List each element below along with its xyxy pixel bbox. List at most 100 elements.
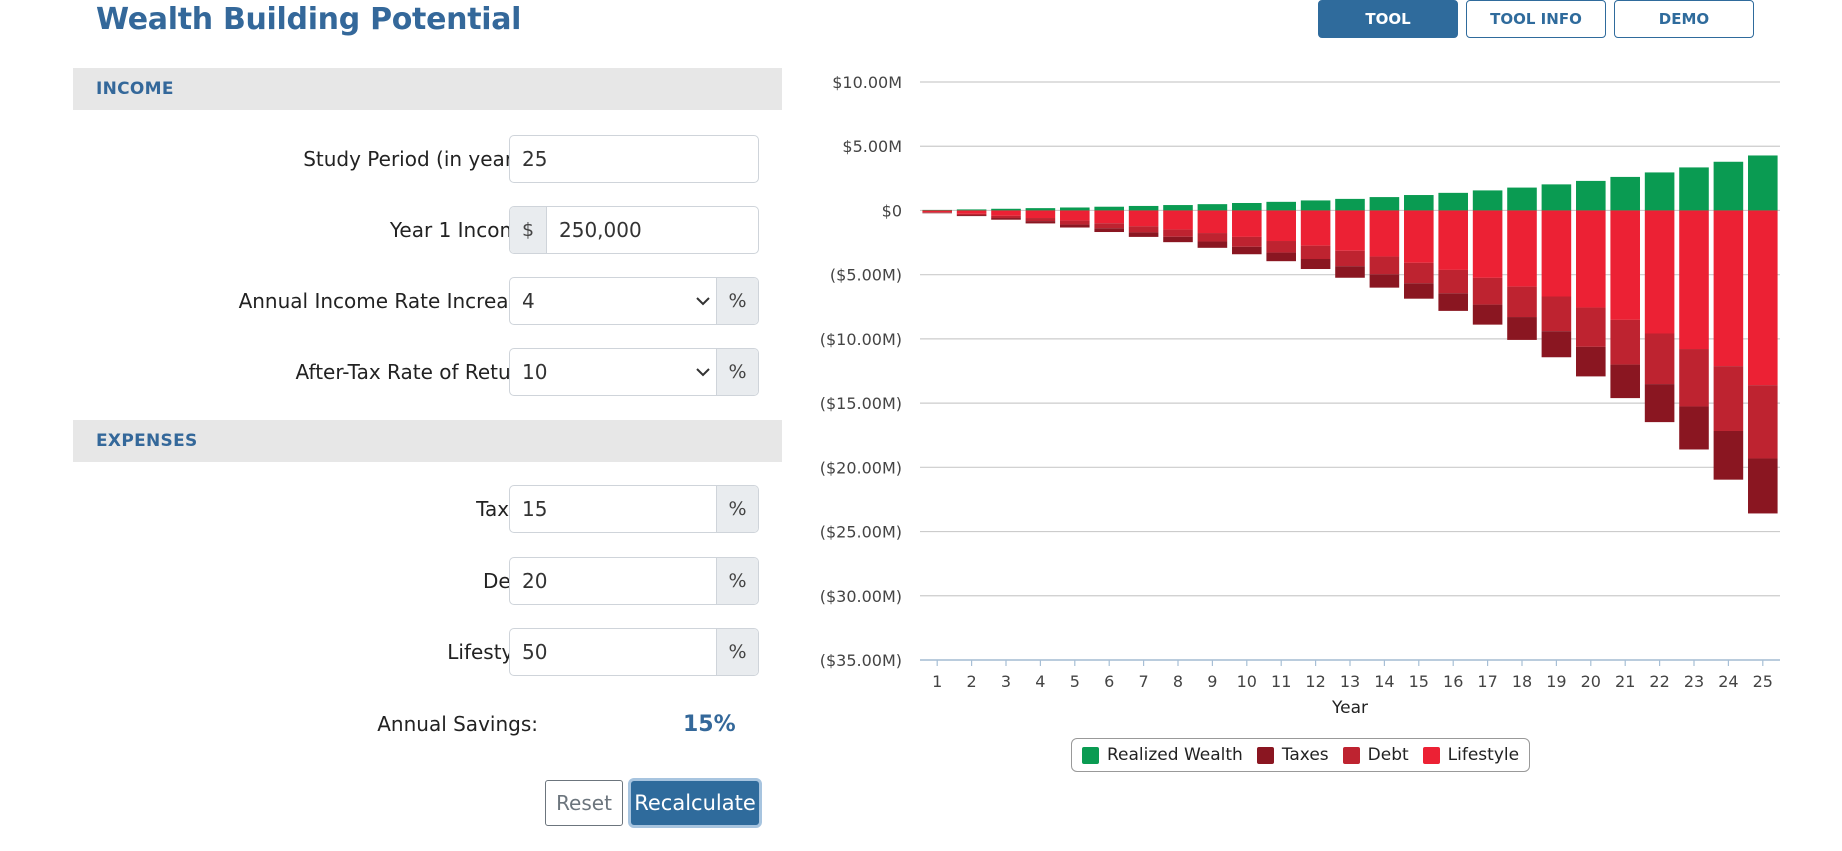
x-tick-label: 1 [932, 672, 942, 691]
x-tick-label: 2 [967, 672, 977, 691]
bar-lifestyle [1128, 210, 1159, 227]
return-rate-row: After-Tax Rate of Return: 10 % [73, 348, 782, 396]
x-tick-label: 3 [1001, 672, 1011, 691]
legend-swatch [1422, 746, 1440, 764]
study-period-input[interactable]: 25 [509, 135, 759, 183]
bar-taxes [1060, 224, 1090, 228]
legend-item[interactable]: Realized Wealth [1082, 745, 1243, 765]
x-tick-label: 20 [1581, 672, 1601, 691]
percent-suffix: % [716, 558, 758, 604]
bar-taxes [1713, 430, 1744, 480]
bar-lifestyle [1713, 210, 1744, 367]
debt-row: Debt: 20 % [73, 557, 782, 605]
bar-taxes [1748, 458, 1778, 514]
debt-input[interactable]: 20 % [509, 557, 759, 605]
year1-income-input[interactable]: $ 250,000 [509, 206, 759, 254]
bar-realized-wealth [1060, 207, 1090, 211]
bar-lifestyle [1232, 210, 1262, 237]
bar-lifestyle [1094, 210, 1124, 224]
x-tick-label: 16 [1443, 672, 1463, 691]
tool-info-tab[interactable]: TOOL INFO [1466, 0, 1606, 38]
bar-taxes [1438, 293, 1468, 311]
bar-realized-wealth [1610, 176, 1640, 211]
bar-debt [1128, 226, 1159, 233]
return-rate-select[interactable]: 10 % [509, 348, 759, 396]
chevron-down-icon[interactable] [690, 349, 716, 395]
x-tick-label: 7 [1139, 672, 1149, 691]
income-rate-value[interactable]: 4 [510, 278, 690, 324]
year1-income-value[interactable]: 250,000 [547, 207, 758, 253]
bar-lifestyle [1300, 210, 1331, 246]
bar-realized-wealth [922, 209, 952, 211]
y-tick-label: ($10.00M) [820, 330, 902, 349]
reset-button[interactable]: Reset [545, 780, 623, 826]
bar-realized-wealth [1163, 205, 1193, 211]
bar-realized-wealth [1713, 161, 1744, 211]
recalculate-button[interactable]: Recalculate [628, 778, 762, 828]
bar-realized-wealth [1266, 201, 1296, 211]
bar-realized-wealth [1128, 205, 1159, 211]
bar-taxes [1541, 331, 1572, 358]
bar-realized-wealth [956, 209, 987, 211]
bar-lifestyle [1507, 210, 1537, 287]
demo-tab[interactable]: DEMO [1614, 0, 1754, 38]
bar-debt [1232, 236, 1262, 247]
bar-taxes [1369, 274, 1400, 288]
lifestyle-input[interactable]: 50 % [509, 628, 759, 676]
tool-tab[interactable]: TOOL [1318, 0, 1458, 38]
bar-debt [1369, 256, 1400, 275]
bar-debt [1541, 296, 1572, 332]
annual-savings-value: 15% [683, 711, 736, 737]
bar-lifestyle [1404, 210, 1434, 263]
bar-realized-wealth [1541, 184, 1572, 211]
legend-label: Debt [1367, 745, 1409, 765]
bar-lifestyle [1197, 210, 1228, 234]
return-rate-label: After-Tax Rate of Return: [295, 360, 538, 384]
legend-item[interactable]: Debt [1342, 745, 1409, 765]
lifestyle-value[interactable]: 50 [510, 629, 716, 675]
bar-lifestyle [1060, 210, 1090, 221]
income-section-header: INCOME [73, 68, 782, 110]
bar-debt [1679, 349, 1709, 407]
bar-lifestyle [922, 210, 952, 213]
legend-swatch [1256, 746, 1274, 764]
x-tick-label: 5 [1070, 672, 1080, 691]
taxes-value[interactable]: 15 [510, 486, 716, 532]
year1-income-row: Year 1 Income: $ 250,000 [73, 206, 782, 254]
study-period-label: Study Period (in years): [303, 147, 538, 171]
bar-debt [1025, 218, 1056, 222]
income-rate-select[interactable]: 4 % [509, 277, 759, 325]
bar-lifestyle [1438, 210, 1468, 270]
legend-item[interactable]: Taxes [1256, 745, 1329, 765]
taxes-input[interactable]: 15 % [509, 485, 759, 533]
bar-lifestyle [1163, 210, 1193, 230]
bar-debt [1610, 319, 1640, 365]
y-tick-label: $5.00M [842, 137, 902, 156]
legend-item[interactable]: Lifestyle [1422, 745, 1519, 765]
x-tick-label: 8 [1173, 672, 1183, 691]
bar-debt [922, 212, 952, 213]
dollar-prefix: $ [510, 207, 547, 253]
bar-debt [1438, 269, 1468, 294]
bar-taxes [1679, 406, 1709, 450]
chevron-down-icon[interactable] [690, 278, 716, 324]
return-rate-value[interactable]: 10 [510, 349, 690, 395]
annual-savings-label: Annual Savings: [377, 712, 538, 736]
study-period-value[interactable]: 25 [510, 136, 758, 182]
debt-value[interactable]: 20 [510, 558, 716, 604]
x-tick-label: 19 [1546, 672, 1566, 691]
x-tick-label: 22 [1649, 672, 1669, 691]
bar-realized-wealth [1232, 202, 1262, 211]
bar-debt [956, 213, 987, 216]
bar-lifestyle [1025, 210, 1056, 219]
legend-label: Realized Wealth [1107, 745, 1243, 765]
bar-debt [1404, 262, 1434, 284]
study-period-row: Study Period (in years): 25 [73, 135, 782, 183]
bar-taxes [1404, 283, 1434, 299]
bar-taxes [1197, 241, 1228, 248]
bar-lifestyle [1369, 210, 1400, 257]
bar-realized-wealth [1025, 208, 1056, 211]
bar-lifestyle [956, 210, 987, 214]
bar-realized-wealth [1507, 187, 1537, 211]
chart-legend: Realized Wealth Taxes Debt Lifestyle [1071, 738, 1531, 772]
